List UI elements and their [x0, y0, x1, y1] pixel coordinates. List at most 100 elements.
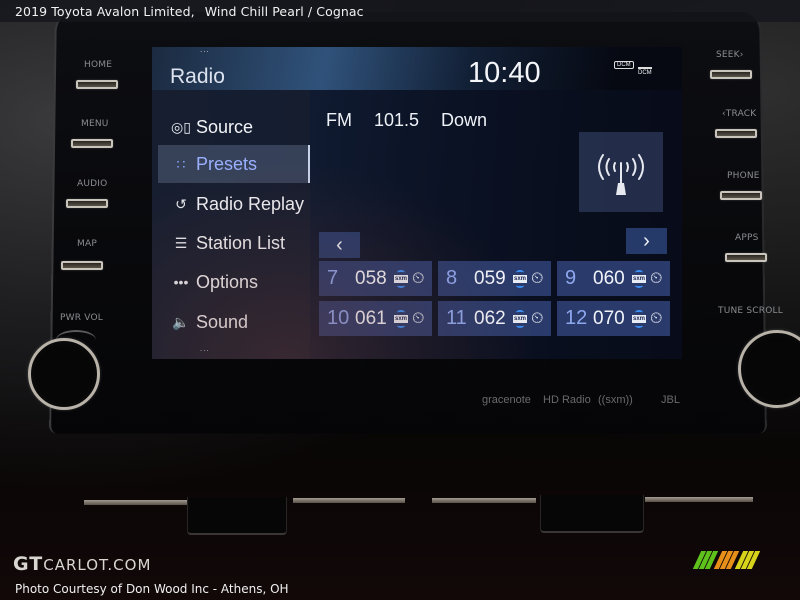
climate-flap-right[interactable]	[540, 495, 644, 533]
clock: 10:40	[468, 57, 541, 89]
replay-clock-icon: ⏲	[412, 309, 425, 327]
vent-trim	[293, 498, 405, 503]
sidebar-item-station-list[interactable]: ☰ Station List	[158, 224, 310, 262]
preset-number: 10	[327, 307, 350, 329]
preset-channel: 061	[355, 307, 387, 329]
sound-icon: 🔈	[172, 313, 190, 330]
home-button[interactable]	[76, 80, 118, 89]
station-list-icon: ☰	[174, 234, 188, 251]
preset-number: 9	[565, 267, 577, 289]
brand-stripes	[692, 551, 761, 569]
sidebar-item-sound[interactable]: 🔈 Sound	[158, 303, 310, 341]
sidebar: ◎▯ Source ∷ Presets ↺ Radio Replay ☰ Sta…	[152, 90, 310, 359]
hd-radio-logo: HD Radio	[543, 394, 591, 406]
sxm-icon: sxm	[393, 306, 409, 332]
sidebar-item-label: Sound	[196, 311, 249, 332]
preset-channel: 060	[593, 267, 625, 289]
photo-credit: Photo Courtesy of Don Wood Inc - Athens,…	[15, 582, 289, 596]
top-ellipsis: ...	[200, 47, 210, 54]
preset-button-12[interactable]: 12 070 sxm ⏲	[557, 301, 670, 336]
vent-trim	[645, 497, 753, 502]
phone-button[interactable]	[720, 191, 762, 200]
presets-icon: ∷	[176, 155, 186, 172]
antenna-icon	[598, 154, 644, 195]
track-button-label: ‹TRACK	[722, 109, 757, 119]
preset-number: 7	[327, 267, 339, 289]
sxm-icon: sxm	[631, 306, 647, 332]
map-button-label: MAP	[77, 239, 97, 249]
options-icon: •••	[173, 274, 189, 290]
audio-button-label: AUDIO	[77, 179, 108, 189]
band: FM	[326, 110, 352, 130]
sidebar-item-label: Radio Replay	[196, 193, 305, 214]
sidebar-item-label: Source	[196, 116, 254, 137]
dcm-signal-icon: DCM	[638, 67, 652, 76]
sidebar-item-radio-replay[interactable]: ↺ Radio Replay	[158, 185, 310, 223]
prev-page-button[interactable]: ‹	[319, 232, 360, 258]
watermark-small: CARLOT.COM	[43, 556, 152, 574]
preset-button-8[interactable]: 8 059 sxm ⏲	[438, 261, 551, 296]
preset-button-11[interactable]: 11 062 sxm ⏲	[438, 301, 551, 336]
sxm-icon: sxm	[512, 306, 528, 332]
track-button[interactable]	[715, 129, 757, 138]
preset-channel: 070	[593, 307, 625, 329]
dcm-status-icon: DCM	[614, 61, 634, 69]
preset-button-10[interactable]: 10 061 sxm ⏲	[319, 301, 432, 336]
preset-button-7[interactable]: 7 058 sxm ⏲	[319, 261, 432, 296]
pwr-vol-label: PWR VOL	[60, 313, 103, 323]
replay-clock-icon: ⏲	[531, 309, 544, 327]
infotainment-screen: ... Radio 10:40 DCM DCM ◎▯ Source ∷ Pres…	[152, 47, 682, 359]
station-art	[579, 132, 663, 212]
map-button[interactable]	[61, 261, 103, 270]
watermark-big: GT	[13, 553, 44, 575]
bottom-ellipsis: ...	[200, 344, 210, 353]
preset-channel: 059	[474, 267, 506, 289]
sidebar-item-label: Station List	[196, 232, 286, 253]
frequency: 101.5	[374, 110, 420, 130]
chevron-right-icon: ›	[643, 229, 650, 252]
sxm-icon: sxm	[393, 266, 409, 292]
screen-title: Radio	[170, 65, 225, 88]
preset-channel: 058	[355, 267, 387, 289]
vent-trim	[84, 500, 188, 505]
pwr-vol-knob[interactable]	[28, 338, 100, 410]
preset-number: 11	[446, 307, 467, 329]
tune-scroll-label: TUNE SCROLL	[718, 306, 783, 316]
vent-trim	[432, 498, 536, 503]
menu-button[interactable]	[71, 139, 113, 148]
apps-button[interactable]	[725, 253, 767, 262]
sidebar-item-options[interactable]: ••• Options	[158, 263, 310, 301]
chevron-left-icon: ‹	[336, 233, 343, 256]
sidebar-item-label: Presets	[196, 153, 258, 174]
now-playing: FM 101.5 Down	[326, 110, 509, 131]
sxm-icon: sxm	[631, 266, 647, 292]
replay-clock-icon: ⏲	[650, 309, 663, 327]
phone-button-label: PHONE	[727, 171, 760, 181]
preset-number: 12	[565, 307, 588, 329]
audio-button[interactable]	[66, 199, 108, 208]
station-name: Down	[441, 110, 488, 130]
preset-number: 8	[446, 267, 458, 289]
replay-clock-icon: ⏲	[412, 269, 425, 287]
site-watermark: GTCARLOT.COM	[13, 553, 151, 575]
radio-replay-icon: ↺	[175, 195, 187, 212]
next-page-button[interactable]: ›	[626, 228, 667, 254]
sxm-logo: ((sxm))	[598, 394, 633, 406]
caption-vehicle: 2019 Toyota Avalon Limited,	[15, 4, 195, 19]
gracenote-logo: gracenote	[482, 394, 531, 406]
sidebar-item-label: Options	[196, 271, 259, 292]
sidebar-item-presets[interactable]: ∷ Presets	[158, 145, 310, 183]
seek-button-label: SEEK›	[716, 50, 744, 60]
jbl-logo: JBL	[661, 394, 680, 406]
replay-clock-icon: ⏲	[650, 269, 663, 287]
menu-button-label: MENU	[81, 119, 109, 129]
caption-colors: Wind Chill Pearl / Cognac	[204, 4, 364, 19]
radio-content: ◎▯ Source ∷ Presets ↺ Radio Replay ☰ Sta…	[152, 90, 682, 359]
apps-button-label: APPS	[735, 233, 759, 243]
preset-button-9[interactable]: 9 060 sxm ⏲	[557, 261, 670, 296]
seek-button[interactable]	[710, 70, 752, 79]
home-button-label: HOME	[84, 60, 113, 70]
sxm-icon: sxm	[512, 266, 528, 292]
sidebar-item-source[interactable]: ◎▯ Source	[158, 108, 310, 146]
climate-flap-left[interactable]	[187, 497, 287, 535]
